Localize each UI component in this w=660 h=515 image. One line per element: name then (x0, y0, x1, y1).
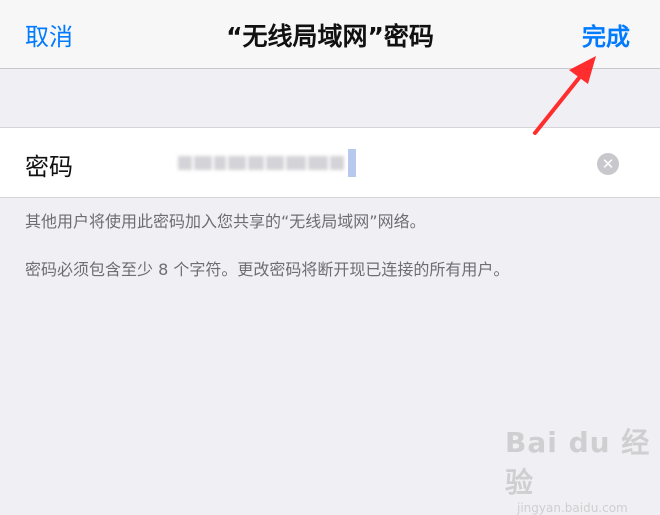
annotation-arrow-icon (533, 56, 596, 135)
password-cell[interactable]: 密码 ✕ (0, 127, 660, 198)
masked-char (214, 156, 226, 170)
password-label: 密码 (25, 153, 73, 181)
masked-char (178, 156, 192, 170)
masked-char (266, 156, 284, 170)
masked-char (228, 156, 246, 170)
watermark-url: jingyan.baidu.com (517, 501, 628, 515)
text-cursor (348, 149, 356, 177)
page-title: “无线局域网”密码 (226, 22, 434, 51)
masked-char (330, 156, 344, 170)
clear-icon[interactable]: ✕ (597, 153, 619, 175)
done-button[interactable]: 完成 (582, 17, 630, 52)
masked-char (308, 156, 328, 170)
masked-char (248, 156, 264, 170)
masked-char (194, 156, 212, 170)
navigation-bar: 取消 “无线局域网”密码 完成 (0, 0, 660, 69)
password-requirement-text: 密码必须包含至少 8 个字符。更改密码将断开现已连接的所有用户。 (25, 260, 510, 279)
watermark-brand: Bai du 经验 (505, 426, 651, 499)
watermark-logo: Bai du 经验 jingyan.baidu.com (505, 421, 660, 515)
share-info-text: 其他用户将使用此密码加入您共享的“无线局域网”网络。 (25, 212, 426, 231)
masked-char (286, 156, 306, 170)
password-input[interactable] (178, 149, 356, 177)
